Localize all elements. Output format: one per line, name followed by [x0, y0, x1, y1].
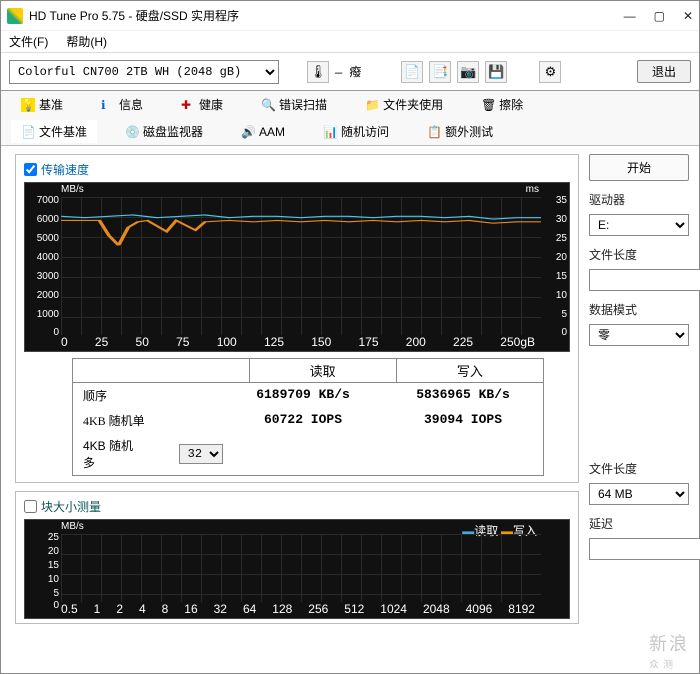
transfer-rate-panel: 传输速度 MB/s ms 70006000 50004000 30002000 …: [15, 154, 579, 483]
delay-label: 延迟: [589, 515, 689, 532]
4k-single-read: 60722 IOPS: [223, 412, 383, 429]
seq-read: 6189709 KB/s: [223, 387, 383, 404]
x-axis-2: 0.512481632 641282565121024204840968192: [25, 600, 569, 618]
file-length-label-2: 文件长度: [589, 460, 689, 477]
tab-monitor[interactable]: 💿磁盘监视器: [115, 120, 213, 143]
row-4k-single-label: 4KB 随机单: [73, 412, 223, 429]
watermark: 新浪众测: [649, 630, 689, 671]
copy2-icon[interactable]: 📑: [429, 61, 451, 83]
maximize-button[interactable]: ▢: [654, 9, 665, 23]
y-right-unit: ms: [526, 184, 539, 195]
tab-extra[interactable]: 📋额外测试: [417, 120, 503, 143]
save-icon[interactable]: 💾: [485, 61, 507, 83]
queue-depth-select[interactable]: 32: [179, 444, 223, 464]
settings-icon[interactable]: ⚙: [539, 61, 561, 83]
file-length-input-1[interactable]: [589, 269, 700, 291]
row-4k-multi-label: 4KB 随机多 32: [73, 437, 223, 471]
row-seq-label: 顺序: [73, 387, 223, 404]
y2-unit: MB/s: [61, 521, 84, 532]
chart-lines: [61, 197, 541, 335]
file-length-label-1: 文件长度: [589, 246, 689, 263]
4k-single-write: 39094 IOPS: [383, 412, 543, 429]
titlebar: HD Tune Pro 5.75 - 硬盘/SSD 实用程序 — ▢ ✕: [1, 1, 699, 31]
tab-aam[interactable]: 🔊AAM: [231, 120, 295, 143]
tab-health[interactable]: ✚健康: [171, 93, 233, 116]
tabs-row-1: 💡基准 ℹ信息 ✚健康 🔍错误扫描 📁文件夹使用 🗑擦除: [1, 91, 699, 118]
start-button[interactable]: 开始: [589, 154, 689, 181]
tab-errorscan[interactable]: 🔍错误扫描: [251, 93, 337, 116]
transfer-rate-chart: MB/s ms 70006000 50004000 30002000 10000…: [24, 182, 570, 352]
window-title: HD Tune Pro 5.75 - 硬盘/SSD 实用程序: [29, 7, 239, 24]
tab-file-benchmark[interactable]: 📄文件基准: [11, 120, 97, 143]
tab-random[interactable]: 📊随机访问: [313, 120, 399, 143]
data-mode-select[interactable]: 零: [589, 324, 689, 346]
app-icon: [7, 8, 23, 24]
seq-write: 5836965 KB/s: [383, 387, 543, 404]
block-size-chart: MB/s ▬读取 ▬写入 2520 1510 50 0.512481632 64…: [24, 519, 570, 619]
data-mode-label: 数据模式: [589, 301, 689, 318]
y-left-unit: MB/s: [61, 184, 84, 195]
drive-select[interactable]: Colorful CN700 2TB WH (2048 gB): [9, 60, 279, 84]
menu-help[interactable]: 帮助(H): [66, 33, 107, 50]
copy-icon[interactable]: 📄: [401, 61, 423, 83]
driver-label: 驱动器: [589, 191, 689, 208]
tab-benchmark[interactable]: 💡基准: [11, 93, 73, 116]
tab-info[interactable]: ℹ信息: [91, 93, 153, 116]
col-write: 写入: [397, 359, 543, 382]
delay-input[interactable]: [589, 538, 700, 560]
tabs-row-2: 📄文件基准 💿磁盘监视器 🔊AAM 📊随机访问 📋额外测试: [1, 118, 699, 146]
file-length-select-2[interactable]: 64 MB: [589, 483, 689, 505]
minimize-button[interactable]: —: [624, 9, 636, 23]
tab-erase[interactable]: 🗑擦除: [471, 93, 533, 116]
tab-folder[interactable]: 📁文件夹使用: [355, 93, 453, 116]
screenshot-icon[interactable]: 📷: [457, 61, 479, 83]
block-size-panel: 块大小测量 MB/s ▬读取 ▬写入 2520 1510 50 0.512481…: [15, 491, 579, 624]
block-size-label: 块大小测量: [41, 498, 101, 515]
menubar: 文件(F) 帮助(H): [1, 31, 699, 53]
toolbar: Colorful CN700 2TB WH (2048 gB) 🌡 — 癈 📄 …: [1, 53, 699, 91]
4k-multi-write: [383, 437, 543, 471]
temperature-icon[interactable]: 🌡: [307, 61, 329, 83]
transfer-rate-checkbox[interactable]: [24, 163, 37, 176]
temp-value: — 癈: [335, 63, 361, 80]
result-table: 读取 写入 顺序 6189709 KB/s 5836965 KB/s 4KB 随…: [72, 358, 544, 476]
col-read: 读取: [250, 359, 397, 382]
menu-file[interactable]: 文件(F): [9, 33, 48, 50]
4k-multi-read: [223, 437, 383, 471]
close-button[interactable]: ✕: [683, 9, 693, 23]
x-axis-1: 0255075100125 150175200225250gB: [25, 333, 569, 351]
transfer-rate-label: 传输速度: [41, 161, 89, 178]
side-panel: 开始 驱动器 E: 文件长度 ▲▼ MB 数据模式 零 文件长度 64 MB 延…: [589, 154, 689, 632]
exit-button[interactable]: 退出: [637, 60, 691, 83]
block-size-checkbox[interactable]: [24, 500, 37, 513]
content-area: 传输速度 MB/s ms 70006000 50004000 30002000 …: [1, 146, 699, 636]
driver-select[interactable]: E:: [589, 214, 689, 236]
